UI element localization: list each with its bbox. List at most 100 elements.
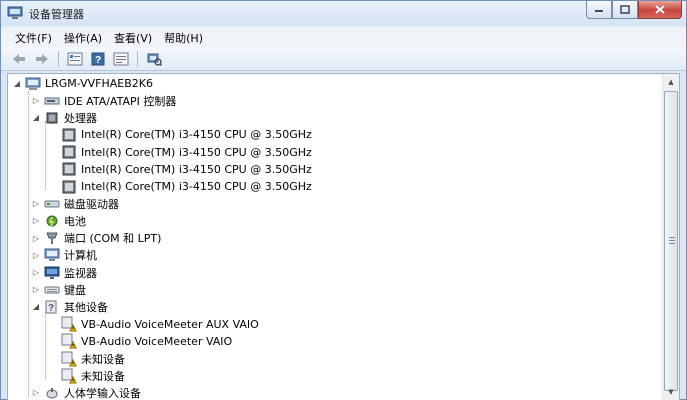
keyboard-icon — [44, 282, 60, 298]
menu-action[interactable]: 操作(A) — [58, 27, 108, 47]
ide-controller-icon — [44, 93, 60, 109]
port-icon — [44, 230, 60, 246]
close-icon — [655, 5, 665, 14]
tree-category[interactable]: ▷ 人体学输入设备 — [31, 384, 141, 400]
expand-arrow-icon[interactable]: ▷ — [31, 268, 41, 278]
menu-view[interactable]: 查看(V) — [108, 27, 158, 47]
tree-item-label: 端口 (COM 和 LPT) — [64, 232, 162, 246]
tree-guide-line — [45, 311, 46, 379]
menu-file[interactable]: 文件(F) — [9, 27, 58, 47]
tree-guide-line — [28, 91, 29, 397]
disk-drive-icon — [44, 196, 60, 212]
collapse-arrow-icon[interactable]: ◢ — [31, 113, 41, 123]
tree-category[interactable]: ◢ 处理器 — [31, 109, 97, 126]
expand-arrow-icon[interactable]: ▷ — [31, 285, 41, 295]
maximize-button[interactable] — [612, 1, 638, 19]
tree-item-label: 计算机 — [64, 249, 97, 263]
tree-device[interactable]: Intel(R) Core(TM) i3-4150 CPU @ 3.50GHz — [48, 126, 312, 143]
tree-item-label: VB-Audio VoiceMeeter VAIO — [81, 334, 233, 348]
collapse-arrow-icon[interactable]: ◢ — [31, 302, 41, 312]
toolbar-separator — [58, 50, 59, 67]
computer-icon — [44, 247, 60, 263]
scan-hardware-button[interactable] — [144, 49, 164, 69]
tree-category[interactable]: ▷ IDE ATA/ATAPI 控制器 — [31, 92, 176, 109]
tree-category[interactable]: ◢? 其他设备 — [31, 298, 108, 315]
tree-root[interactable]: ◢ LRGM-VVFHAEB2K6 — [12, 75, 153, 92]
show-hidden-button[interactable] — [111, 49, 131, 69]
expand-arrow-icon[interactable]: ▷ — [31, 199, 41, 209]
tree-device[interactable]: 未知设备 — [48, 350, 125, 367]
back-button[interactable] — [9, 49, 29, 69]
cpu-icon — [61, 179, 77, 195]
computer-root-icon — [25, 76, 41, 92]
toolbar: ? — [1, 47, 686, 71]
close-button[interactable] — [638, 1, 682, 19]
help-button[interactable]: ? — [88, 49, 108, 69]
tree-category[interactable]: ▷ 端口 (COM 和 LPT) — [31, 230, 161, 247]
tree-category[interactable]: ▷ 监视器 — [31, 264, 97, 281]
collapse-arrow-icon[interactable]: ◢ — [12, 79, 22, 89]
tree-category[interactable]: ▷ 电池 — [31, 212, 86, 229]
scroll-down-icon[interactable]: ▼ — [663, 384, 679, 400]
hid-icon — [44, 385, 60, 400]
tree-device[interactable]: Intel(R) Core(TM) i3-4150 CPU @ 3.50GHz — [48, 178, 312, 195]
minimize-button[interactable] — [586, 1, 612, 19]
device-manager-window: 设备管理器 文件(F) 操作(A) 查看(V) 帮助(H) ? ◢ LRGM-V… — [0, 0, 687, 400]
tree-guide-line — [45, 121, 46, 189]
tree-device[interactable]: VB-Audio VoiceMeeter AUX VAIO — [48, 316, 259, 333]
device-tree[interactable]: ◢ LRGM-VVFHAEB2K6 ▷ IDE ATA/ATAPI 控制器 ◢ 处理器… — [8, 74, 663, 400]
tree-category[interactable]: ▷ 键盘 — [31, 281, 86, 298]
expand-arrow-icon[interactable]: ▷ — [31, 250, 41, 260]
menu-help[interactable]: 帮助(H) — [158, 27, 209, 47]
expand-arrow-icon[interactable]: ▷ — [31, 216, 41, 226]
maximize-icon — [620, 5, 630, 14]
tree-item-label: Intel(R) Core(TM) i3-4150 CPU @ 3.50GHz — [81, 180, 312, 193]
warning-device-icon — [61, 368, 77, 384]
device-manager-icon — [7, 6, 23, 20]
device-tree-panel: ◢ LRGM-VVFHAEB2K6 ▷ IDE ATA/ATAPI 控制器 ◢ 处理器… — [7, 73, 680, 400]
tree-category[interactable]: ▷ 磁盘驱动器 — [31, 195, 119, 212]
tree-item-label: 未知设备 — [81, 352, 125, 366]
properties-button[interactable] — [65, 49, 85, 69]
tree-device[interactable]: Intel(R) Core(TM) i3-4150 CPU @ 3.50GHz — [48, 161, 312, 178]
menu-bar: 文件(F) 操作(A) 查看(V) 帮助(H) — [1, 27, 686, 47]
svg-text:?: ? — [95, 55, 101, 66]
expand-arrow-icon[interactable]: ▷ — [31, 388, 41, 398]
tree-root-label: LRGM-VVFHAEB2K6 — [45, 77, 153, 90]
cpu-icon — [61, 144, 77, 160]
tree-item-label: 处理器 — [64, 111, 97, 125]
title-bar[interactable]: 设备管理器 — [1, 1, 686, 25]
show-hidden-icon — [113, 52, 129, 65]
tree-item-label: VB-Audio VoiceMeeter AUX VAIO — [81, 317, 259, 331]
vertical-scrollbar[interactable]: ▲ ▼ — [662, 74, 679, 400]
help-icon: ? — [91, 52, 105, 66]
tree-item-label: 未知设备 — [81, 369, 125, 383]
scan-hardware-icon — [147, 53, 162, 66]
processor-icon — [44, 110, 60, 126]
tree-device[interactable]: 未知设备 — [48, 367, 125, 384]
scroll-thumb[interactable] — [664, 91, 678, 391]
cpu-icon — [61, 127, 77, 143]
tree-item-label: 电池 — [64, 214, 86, 228]
tree-item-label: Intel(R) Core(TM) i3-4150 CPU @ 3.50GHz — [81, 162, 312, 176]
tree-item-label: 键盘 — [64, 283, 86, 297]
warning-device-icon — [61, 316, 77, 332]
tree-device[interactable]: Intel(R) Core(TM) i3-4150 CPU @ 3.50GHz — [48, 144, 312, 161]
expand-arrow-icon[interactable]: ▷ — [31, 233, 41, 243]
forward-button[interactable] — [32, 49, 52, 69]
toolbar-separator — [137, 50, 138, 67]
back-icon — [13, 53, 25, 64]
tree-item-label: 磁盘驱动器 — [64, 197, 119, 211]
warning-device-icon — [61, 351, 77, 367]
warning-device-icon — [61, 333, 77, 349]
scroll-up-icon[interactable]: ▲ — [663, 74, 679, 90]
svg-text:?: ? — [48, 303, 54, 314]
tree-category[interactable]: ▷ 计算机 — [31, 247, 97, 264]
forward-icon — [36, 53, 48, 64]
properties-icon — [67, 52, 83, 65]
tree-item-label: 人体学输入设备 — [64, 386, 141, 400]
tree-device[interactable]: VB-Audio VoiceMeeter VAIO — [48, 333, 232, 350]
tree-item-label: Intel(R) Core(TM) i3-4150 CPU @ 3.50GHz — [81, 145, 312, 159]
expand-arrow-icon[interactable]: ▷ — [31, 96, 41, 106]
tree-item-label: 其他设备 — [64, 300, 108, 314]
